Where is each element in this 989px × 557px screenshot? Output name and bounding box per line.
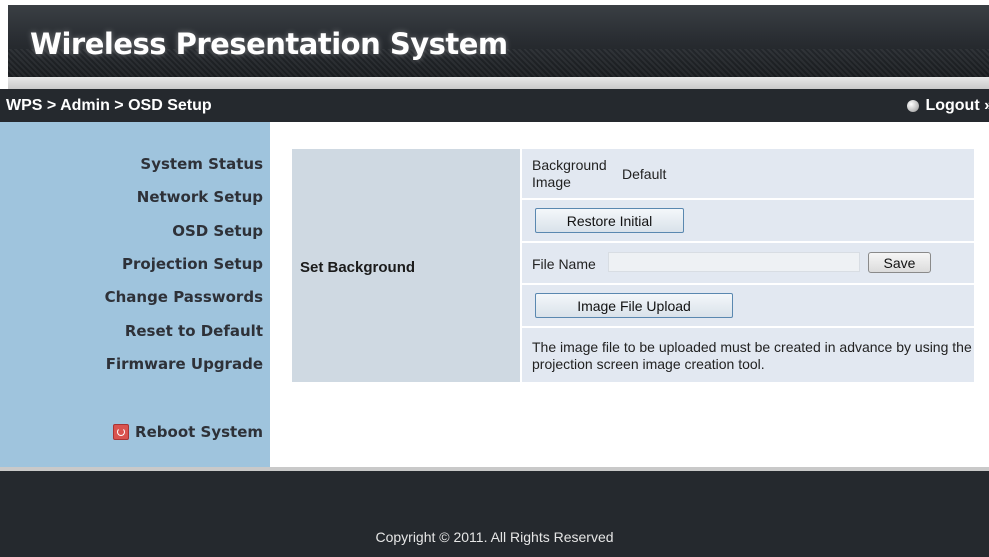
sidebar-item-system-status[interactable]: System Status [140, 155, 263, 173]
background-image-value: Default [622, 166, 667, 182]
sidebar-item-osd-setup[interactable]: OSD Setup [172, 222, 263, 240]
bullet-dot-icon [907, 100, 920, 112]
image-file-upload-button[interactable]: Image File Upload [535, 293, 733, 318]
section-label-cell: Set Background [292, 149, 520, 382]
breadcrumb-bar: WPS > Admin > OSD Setup Logout » [0, 89, 989, 122]
sidebar-item-projection-setup[interactable]: Projection Setup [122, 255, 263, 273]
file-name-label: File Name [532, 256, 596, 272]
sidebar-item-network-setup[interactable]: Network Setup [137, 188, 263, 206]
logout-label: Logout » [925, 97, 989, 114]
header-banner: Wireless Presentation System [8, 5, 989, 77]
restore-row: Restore Initial [522, 200, 974, 241]
sidebar: System Status Network Setup OSD Setup Pr… [0, 122, 270, 467]
save-button[interactable]: Save [868, 252, 931, 273]
sidebar-item-firmware-upgrade[interactable]: Firmware Upgrade [106, 355, 263, 373]
app-title: Wireless Presentation System [30, 27, 508, 61]
breadcrumb: WPS > Admin > OSD Setup [6, 97, 212, 114]
note-row: The image file to be uploaded must be cr… [522, 328, 974, 382]
upload-note: The image file to be uploaded must be cr… [532, 339, 972, 372]
file-name-row: File Name Save [522, 243, 974, 283]
restore-initial-button[interactable]: Restore Initial [535, 208, 684, 233]
sidebar-item-change-passwords[interactable]: Change Passwords [105, 288, 263, 306]
background-image-label: Background Image [532, 157, 607, 190]
header-divider [8, 77, 989, 89]
reboot-system-link[interactable]: Reboot System [113, 423, 263, 441]
footer: Copyright © 2011. All Rights Reserved [0, 471, 989, 557]
reboot-label: Reboot System [135, 423, 263, 441]
upload-row: Image File Upload [522, 285, 974, 326]
sidebar-item-reset-to-default[interactable]: Reset to Default [125, 322, 263, 340]
file-name-input[interactable] [608, 252, 860, 272]
osd-settings-table: Set Background Background Image Default … [292, 149, 974, 382]
background-image-row: Background Image Default [522, 149, 974, 198]
logout-link[interactable]: Logout » [907, 97, 989, 115]
power-icon [113, 424, 130, 440]
copyright-text: Copyright © 2011. All Rights Reserved [375, 529, 614, 545]
section-label: Set Background [300, 259, 416, 276]
